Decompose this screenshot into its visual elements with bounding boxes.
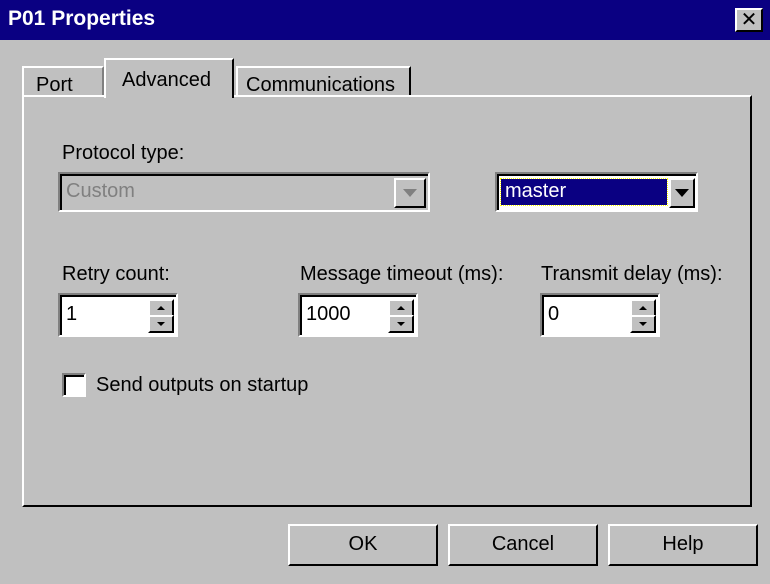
ok-button-label: OK [348, 533, 378, 555]
spin-down-icon [397, 322, 405, 326]
retry-count-label: Retry count: [62, 263, 170, 285]
protocol-type-dropdown-button[interactable] [394, 178, 426, 208]
help-button[interactable]: Help [608, 524, 758, 566]
protocol-type-select[interactable]: Custom [58, 172, 430, 212]
message-timeout-spinner[interactable]: 1000 [298, 293, 418, 337]
spin-down-icon [639, 322, 647, 326]
message-timeout-value: 1000 [306, 303, 351, 325]
tab-advanced-label: Advanced [122, 69, 211, 91]
cancel-button-label: Cancel [491, 533, 555, 555]
protocol-type-value: Custom [66, 180, 135, 202]
ok-button[interactable]: OK [288, 524, 438, 566]
spin-up-icon [639, 306, 647, 310]
tab-port-label: Port [36, 74, 73, 96]
send-outputs-label[interactable]: Send outputs on startup [96, 374, 308, 397]
window-title: P01 Properties [8, 7, 156, 30]
retry-count-decrement[interactable] [148, 315, 174, 333]
close-icon: ✕ [740, 9, 758, 31]
transmit-delay-decrement[interactable] [630, 315, 656, 333]
mode-dropdown-button[interactable] [669, 178, 695, 208]
send-outputs-checkbox[interactable] [62, 373, 86, 397]
mode-select[interactable]: master [495, 172, 698, 212]
tab-communications[interactable]: Communications [236, 66, 411, 97]
title-bar: P01 Properties ✕ [0, 0, 770, 40]
retry-count-spinner[interactable]: 1 [58, 293, 178, 337]
spin-up-icon [397, 306, 405, 310]
transmit-delay-spinner[interactable]: 0 [540, 293, 660, 337]
message-timeout-decrement[interactable] [388, 315, 414, 333]
properties-dialog: P01 Properties ✕ Port Advanced Communica… [0, 0, 770, 584]
retry-count-value: 1 [66, 303, 78, 325]
transmit-delay-value: 0 [548, 303, 560, 325]
close-button[interactable]: ✕ [735, 8, 763, 32]
tab-port[interactable]: Port [22, 66, 104, 97]
chevron-down-icon [403, 189, 417, 197]
mode-value: master [505, 180, 567, 202]
chevron-down-icon [675, 189, 689, 197]
active-tab-joint [106, 94, 232, 98]
message-timeout-label: Message timeout (ms): [300, 263, 504, 285]
spin-up-icon [157, 306, 165, 310]
protocol-type-label: Protocol type: [62, 142, 185, 164]
cancel-button[interactable]: Cancel [448, 524, 598, 566]
spin-down-icon [157, 322, 165, 326]
tab-advanced[interactable]: Advanced [104, 58, 234, 98]
checkbox-frame [64, 375, 84, 395]
tab-communications-label: Communications [246, 74, 395, 96]
mode-selection-highlight: master [500, 178, 668, 206]
help-button-label: Help [662, 533, 704, 555]
transmit-delay-label: Transmit delay (ms): [541, 263, 723, 285]
